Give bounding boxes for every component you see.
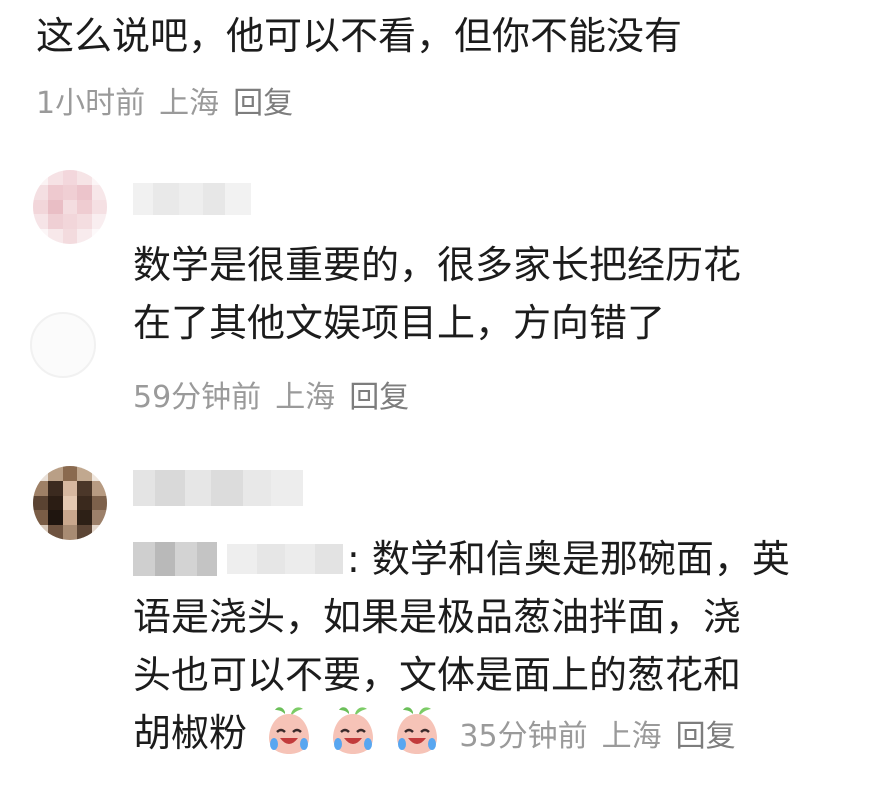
laughing-crying-peach-icon (269, 707, 310, 754)
avatar-placeholder (30, 312, 96, 378)
reply-first-line: : 数学和信奥是那碗面，英 (133, 530, 873, 588)
reply-text-line: : 数学和信奥是那碗面，英 (347, 537, 790, 581)
reply-meta: 59分钟前 上海 回复 (133, 376, 409, 420)
reply-text-line: 数学是很重要的，很多家长把经历花 (133, 243, 742, 287)
avatar[interactable] (33, 466, 107, 540)
comment-location: 上海 (159, 86, 220, 121)
comment-time: 59分钟前 (133, 380, 262, 415)
laughing-crying-peach-icon (397, 707, 438, 754)
reply-meta: 35分钟前 上海 回复 (459, 719, 735, 754)
reply-button[interactable]: 回复 (233, 86, 293, 121)
quoted-username-blurred[interactable] (227, 544, 343, 574)
parent-comment-meta: 1小时前 上海 回复 (36, 82, 293, 126)
reply-button[interactable]: 回复 (676, 719, 736, 754)
parent-comment-text: 这么说吧，他可以不看，但你不能没有 (36, 14, 683, 58)
comment-time: 35分钟前 (459, 719, 588, 754)
reply-last-line: 胡椒粉 35分钟前 上海 回复 (133, 704, 873, 766)
quoted-username-blurred[interactable] (133, 542, 217, 576)
username-blurred[interactable] (133, 470, 303, 506)
reply-body: : 数学和信奥是那碗面，英 语是浇头，如果是极品葱油拌面，浇 头也可以不要，文体… (133, 530, 873, 766)
reply-button[interactable]: 回复 (349, 380, 409, 415)
reply-text-line: 语是浇头，如果是极品葱油拌面，浇 (133, 595, 742, 639)
comment-location: 上海 (601, 719, 662, 754)
comment-time: 1小时前 (36, 86, 146, 121)
comment-location: 上海 (275, 380, 336, 415)
reply-text-line: 在了其他文娱项目上，方向错了 (133, 301, 666, 345)
reply-text-line: 头也可以不要，文体是面上的葱花和 (133, 653, 742, 697)
avatar[interactable] (33, 170, 107, 244)
username-blurred[interactable] (133, 183, 251, 215)
reply-text-line: 胡椒粉 (133, 711, 248, 755)
emoji-group (265, 707, 457, 755)
laughing-crying-peach-icon (333, 707, 374, 754)
reply-text: 数学是很重要的，很多家长把经历花 在了其他文娱项目上，方向错了 (133, 236, 741, 352)
